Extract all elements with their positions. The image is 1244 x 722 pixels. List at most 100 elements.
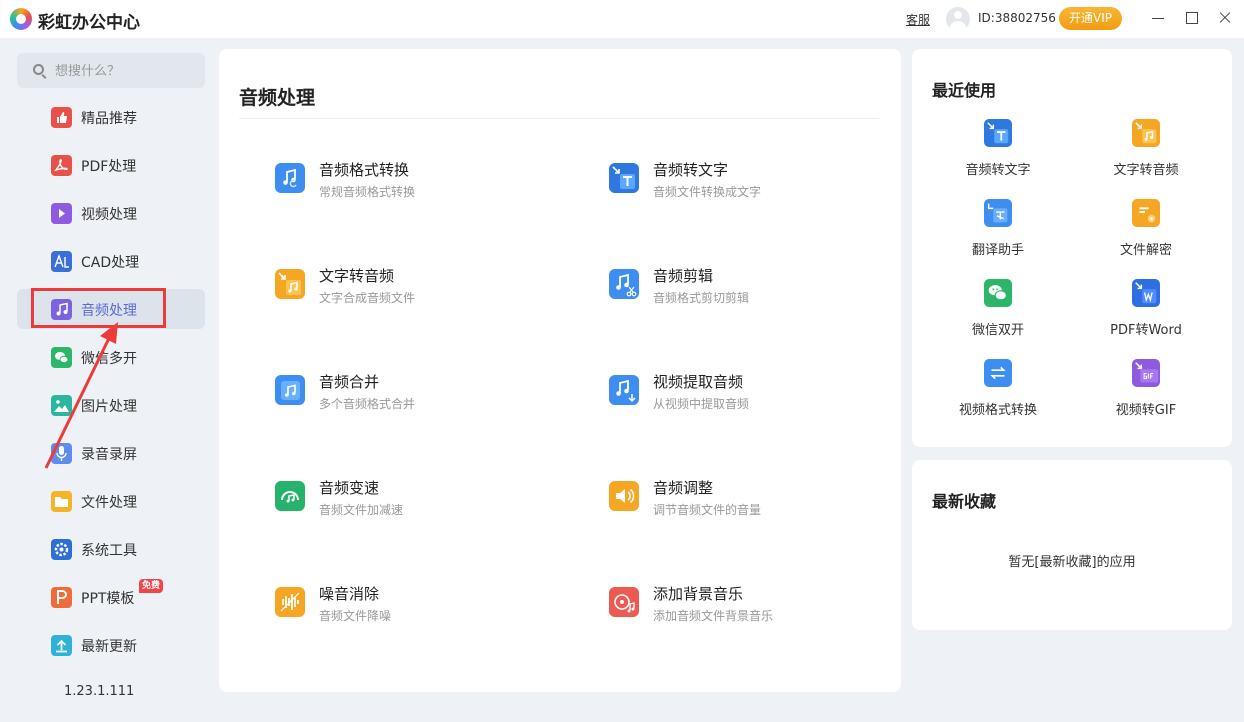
sidebar-item-label: PPT模板	[81, 591, 135, 607]
recent-item-label: 视频格式转换	[958, 403, 1037, 418]
free-badge: 免费	[139, 579, 164, 593]
audio-cut-icon	[609, 269, 639, 299]
play-icon	[51, 203, 72, 224]
audio-convert-icon	[275, 163, 305, 193]
recent-item-pdf-to-word[interactable]: PDF转Word	[1086, 279, 1206, 341]
sidebar-item-label: 文件处理	[81, 495, 137, 511]
sidebar-item-pdf[interactable]: PDF处理	[17, 145, 205, 185]
sidebar-item-label: PDF处理	[81, 159, 137, 175]
video-to-gif-icon	[1132, 359, 1160, 387]
title-bar: 彩虹办公中心 客服 ID:38802756 开通VIP	[0, 0, 1244, 38]
sidebar-item-label: 精品推荐	[81, 111, 137, 127]
main-panel: 音频处理 音频格式转换 常规音频格式转换 音频转文字 音频文件转换成文字 文字转…	[219, 49, 901, 692]
favorites-title: 最新收藏	[932, 492, 997, 511]
folder-icon	[51, 491, 72, 512]
feature-text-to-audio[interactable]: 文字转音频 文字合成音频文件	[275, 263, 535, 315]
feature-title: 音频转文字	[653, 161, 729, 179]
recent-item-label: 文件解密	[1119, 243, 1172, 258]
recent-item-text-to-audio[interactable]: 文字转音频	[1086, 119, 1206, 181]
background-music-icon	[609, 587, 639, 617]
wechat-icon	[984, 279, 1012, 307]
thumbs-up-icon	[51, 107, 72, 128]
feature-subtitle: 添加音频文件背景音乐	[653, 609, 774, 623]
favorites-empty-text: 暂无[最新收藏]的应用	[1008, 555, 1136, 570]
feature-subtitle: 音频文件降噪	[319, 609, 392, 623]
feature-subtitle: 文字合成音频文件	[319, 291, 416, 305]
recent-item-video-to-gif[interactable]: 视频转GIF	[1086, 359, 1206, 421]
cad-icon	[51, 251, 72, 272]
user-id: ID:38802756	[978, 11, 1056, 25]
customer-service-link[interactable]: 客服	[906, 11, 930, 28]
feature-noise-removal[interactable]: 噪音消除 音频文件降噪	[275, 581, 535, 633]
feature-audio-cut[interactable]: 音频剪辑 音频格式剪切剪辑	[609, 263, 869, 315]
feature-subtitle: 从视频中提取音频	[653, 397, 750, 411]
feature-audio-merge[interactable]: 音频合并 多个音频格式合并	[275, 369, 535, 421]
avatar[interactable]	[946, 7, 970, 31]
recent-title: 最近使用	[932, 81, 997, 100]
favorites-panel: 最新收藏 暂无[最新收藏]的应用	[912, 460, 1232, 630]
feature-subtitle: 音频文件转换成文字	[653, 185, 762, 199]
feature-title: 音频合并	[319, 373, 380, 391]
feature-subtitle: 音频文件加减速	[319, 503, 404, 517]
feature-audio-speed[interactable]: 音频变速 音频文件加减速	[275, 475, 535, 527]
recent-item-audio-to-text[interactable]: 音频转文字	[938, 119, 1058, 181]
pdf-icon	[51, 155, 72, 176]
recent-item-file-decrypt[interactable]: 文件解密	[1086, 199, 1206, 261]
video-convert-icon	[984, 359, 1012, 387]
feature-title: 噪音消除	[319, 585, 380, 603]
feature-video-extract-audio[interactable]: 视频提取音频 从视频中提取音频	[609, 369, 869, 421]
recent-item-video-convert[interactable]: 视频格式转换	[938, 359, 1058, 421]
recent-item-wechat-dual[interactable]: 微信双开	[938, 279, 1058, 341]
sidebar-item-recommended[interactable]: 精品推荐	[17, 97, 205, 137]
close-icon[interactable]	[1215, 8, 1235, 28]
recent-item-label: 视频转GIF	[1115, 403, 1177, 418]
audio-speed-icon	[275, 481, 305, 511]
search-input[interactable]	[55, 61, 195, 81]
sidebar-item-updates[interactable]: 最新更新	[17, 625, 205, 665]
pdf-to-word-icon	[1132, 279, 1160, 307]
recent-item-label: 音频转文字	[965, 163, 1031, 178]
audio-merge-icon	[275, 375, 305, 405]
volume-icon	[609, 481, 639, 511]
sidebar-item-system-tools[interactable]: 系统工具	[17, 529, 205, 569]
search-icon	[33, 64, 44, 75]
sidebar-item-ppt[interactable]: PPT模板 免费	[17, 577, 205, 617]
feature-subtitle: 调节音频文件的音量	[653, 503, 762, 517]
app-title: 彩虹办公中心	[38, 13, 140, 33]
recent-panel: 最近使用 音频转文字 文字转音频 翻译助手 文件解密 微信双开 PDF转Word	[912, 49, 1232, 447]
feature-title: 音频格式转换	[319, 161, 410, 179]
feature-audio-adjust[interactable]: 音频调整 调节音频文件的音量	[609, 475, 869, 527]
sidebar-item-label: 系统工具	[81, 543, 137, 559]
feature-title: 文字转音频	[319, 267, 395, 285]
sidebar-item-cad[interactable]: CAD处理	[17, 241, 205, 281]
feature-title: 音频变速	[319, 479, 380, 497]
recent-item-label: 文字转音频	[1113, 163, 1179, 178]
feature-title: 音频剪辑	[653, 267, 714, 285]
video-extract-audio-icon	[609, 375, 639, 405]
sidebar-item-label: CAD处理	[81, 255, 140, 271]
sidebar-item-video[interactable]: 视频处理	[17, 193, 205, 233]
rainbow-logo-icon	[10, 8, 32, 30]
feature-title: 音频调整	[653, 479, 714, 497]
sidebar-item-files[interactable]: 文件处理	[17, 481, 205, 521]
recent-item-label: 微信双开	[971, 323, 1024, 338]
open-vip-button[interactable]: 开通VIP	[1059, 7, 1122, 30]
audio-to-text-icon	[984, 119, 1012, 147]
page-title: 音频处理	[239, 87, 316, 109]
feature-background-music[interactable]: 添加背景音乐 添加音频文件背景音乐	[609, 581, 869, 633]
text-to-audio-icon	[1132, 119, 1160, 147]
maximize-icon[interactable]	[1181, 8, 1201, 28]
recent-item-translate[interactable]: 翻译助手	[938, 199, 1058, 261]
file-decrypt-icon	[1132, 199, 1160, 227]
feature-subtitle: 多个音频格式合并	[319, 397, 416, 411]
search-box[interactable]	[17, 53, 205, 88]
arrow-annotation-icon	[44, 322, 118, 469]
translate-icon	[984, 199, 1012, 227]
feature-title: 添加背景音乐	[653, 585, 744, 603]
feature-title: 视频提取音频	[653, 373, 744, 391]
feature-subtitle: 音频格式剪切剪辑	[653, 291, 750, 305]
feature-audio-format-convert[interactable]: 音频格式转换 常规音频格式转换	[275, 157, 535, 209]
minimize-icon[interactable]	[1148, 8, 1168, 28]
feature-audio-to-text[interactable]: 音频转文字 音频文件转换成文字	[609, 157, 869, 209]
sidebar-item-label: 视频处理	[81, 207, 137, 223]
